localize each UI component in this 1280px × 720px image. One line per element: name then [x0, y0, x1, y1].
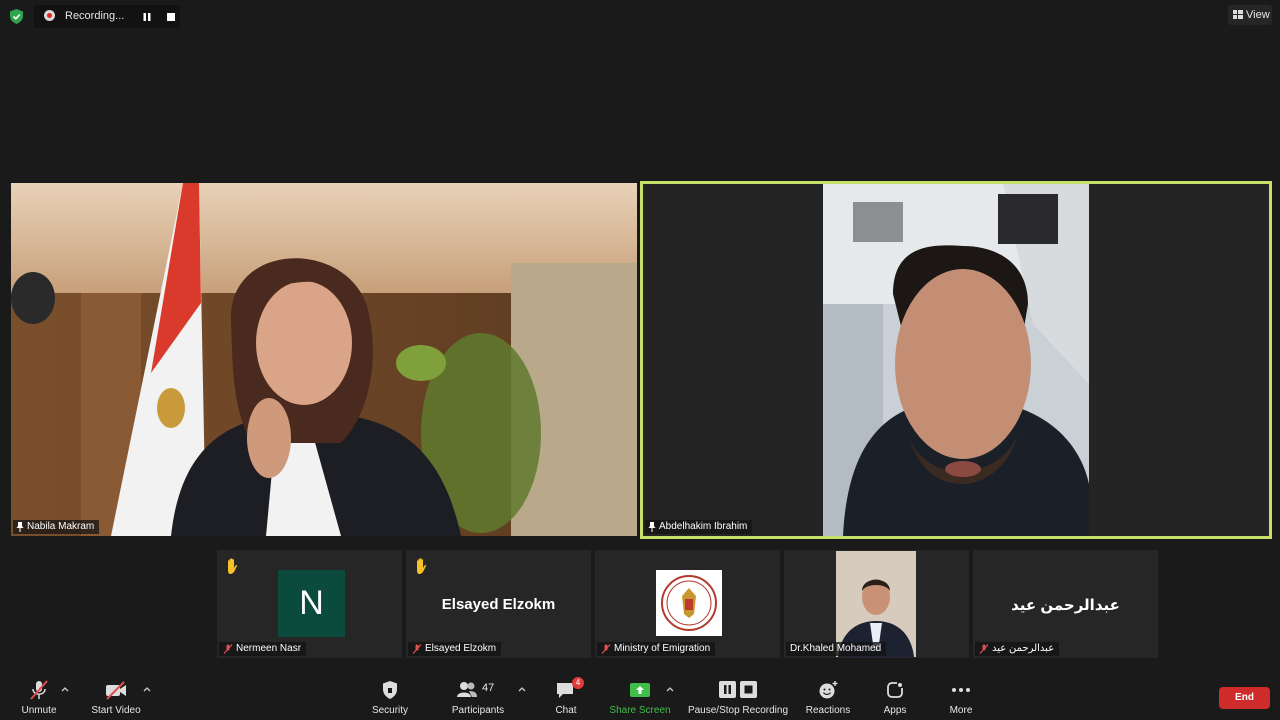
participant-video-frame — [11, 183, 637, 536]
participant-display-name: Elsayed Elzokm — [441, 596, 556, 613]
gallery-tile-nermeen-nasr[interactable]: N Nermeen Nasr — [217, 550, 402, 658]
reactions-icon — [819, 681, 838, 699]
participant-video-frame — [823, 184, 1089, 536]
share-screen-icon — [630, 683, 650, 697]
video-tile-nabila-makram[interactable]: Nabila Makram — [11, 183, 637, 536]
participants-label: Participants — [451, 705, 505, 716]
more-label: More — [949, 705, 973, 716]
unmute-button[interactable]: Unmute — [14, 680, 64, 716]
participant-name: Ministry of Emigration — [614, 643, 711, 654]
participant-name-label: Abdelhakim Ibrahim — [645, 520, 753, 534]
more-button[interactable]: More — [941, 680, 981, 716]
security-shield-icon[interactable] — [8, 8, 25, 25]
avatar: N — [278, 570, 345, 637]
apps-icon — [887, 681, 904, 698]
muted-microphone-icon — [223, 644, 233, 654]
muted-microphone-icon — [601, 644, 611, 654]
pause-stop-recording-label: Pause/Stop Recording — [687, 705, 789, 716]
participant-name-label: Ministry of Emigration — [597, 642, 716, 656]
participant-name-label: Dr.Khaled Mohamed — [786, 642, 887, 656]
chat-label: Chat — [555, 705, 577, 716]
participants-icon — [457, 682, 477, 697]
gallery-tile-elsayed-elzokm[interactable]: Elsayed Elzokm Elsayed Elzokm — [406, 550, 591, 658]
participants-count: 47 — [482, 682, 495, 694]
audio-options-chevron-icon[interactable] — [61, 686, 69, 692]
apps-button[interactable]: Apps — [875, 680, 915, 716]
video-options-chevron-icon[interactable] — [143, 686, 151, 692]
raised-hand-icon — [228, 558, 238, 574]
chat-unread-badge: 4 — [572, 677, 584, 689]
end-meeting-button[interactable]: End — [1219, 687, 1270, 709]
pause-stop-recording-button[interactable]: Pause/Stop Recording — [686, 680, 790, 716]
chat-button[interactable]: 4 Chat — [546, 677, 586, 716]
pause-stop-recording-icon — [719, 681, 757, 698]
share-screen-button[interactable]: Share Screen — [606, 680, 674, 716]
muted-microphone-icon — [30, 680, 48, 700]
pin-icon — [16, 522, 24, 532]
reactions-button[interactable]: Reactions — [802, 680, 854, 716]
security-button[interactable]: Security — [365, 680, 415, 716]
participant-name: Dr.Khaled Mohamed — [790, 643, 882, 654]
share-screen-label: Share Screen — [609, 705, 671, 716]
participants-button[interactable]: 47 Participants — [447, 680, 509, 716]
start-video-button[interactable]: Start Video — [86, 680, 146, 716]
share-options-chevron-icon[interactable] — [666, 686, 674, 692]
unmute-label: Unmute — [21, 705, 57, 716]
participant-name-label: عبدالرحمن عيد — [975, 642, 1060, 656]
recording-label: Recording... — [65, 10, 125, 22]
more-icon — [952, 688, 970, 692]
participant-name: Nabila Makram — [27, 521, 95, 532]
shield-icon — [383, 681, 397, 699]
grid-view-icon — [1233, 10, 1243, 19]
gallery-tile-ministry-of-emigration[interactable]: Ministry of Emigration — [595, 550, 780, 658]
video-off-icon — [106, 681, 126, 700]
gallery-tile-dr-khaled-mohamed[interactable]: Dr.Khaled Mohamed — [784, 550, 969, 658]
video-tile-abdelhakim-ibrahim[interactable]: Abdelhakim Ibrahim — [640, 181, 1272, 539]
participant-name-label: Elsayed Elzokm — [408, 642, 502, 656]
participant-name-label: Nermeen Nasr — [219, 642, 307, 656]
participant-name: Abdelhakim Ibrahim — [659, 521, 748, 532]
participants-options-chevron-icon[interactable] — [518, 686, 526, 692]
ministry-logo — [656, 570, 722, 636]
pin-icon — [648, 522, 656, 532]
participant-name: Elsayed Elzokm — [425, 643, 497, 654]
security-label: Security — [371, 705, 409, 716]
gallery-tile-abdelrahman-eid[interactable]: عبدالرحمن عيد عبدالرحمن عيد — [973, 550, 1158, 658]
participant-display-name: عبدالرحمن عيد — [1011, 597, 1120, 614]
recording-dot-icon — [44, 10, 55, 21]
participant-name-label: Nabila Makram — [13, 520, 100, 534]
start-video-label: Start Video — [91, 705, 141, 716]
raised-hand-icon — [417, 558, 427, 574]
reactions-label: Reactions — [805, 705, 851, 716]
participant-name: Nermeen Nasr — [236, 643, 302, 654]
apps-label: Apps — [883, 705, 907, 716]
stop-recording-icon[interactable] — [166, 12, 176, 22]
participant-name: عبدالرحمن عيد — [992, 643, 1055, 654]
view-label: View — [1246, 9, 1270, 21]
muted-microphone-icon — [412, 644, 422, 654]
muted-microphone-icon — [979, 644, 989, 654]
pause-recording-icon[interactable] — [142, 12, 152, 22]
